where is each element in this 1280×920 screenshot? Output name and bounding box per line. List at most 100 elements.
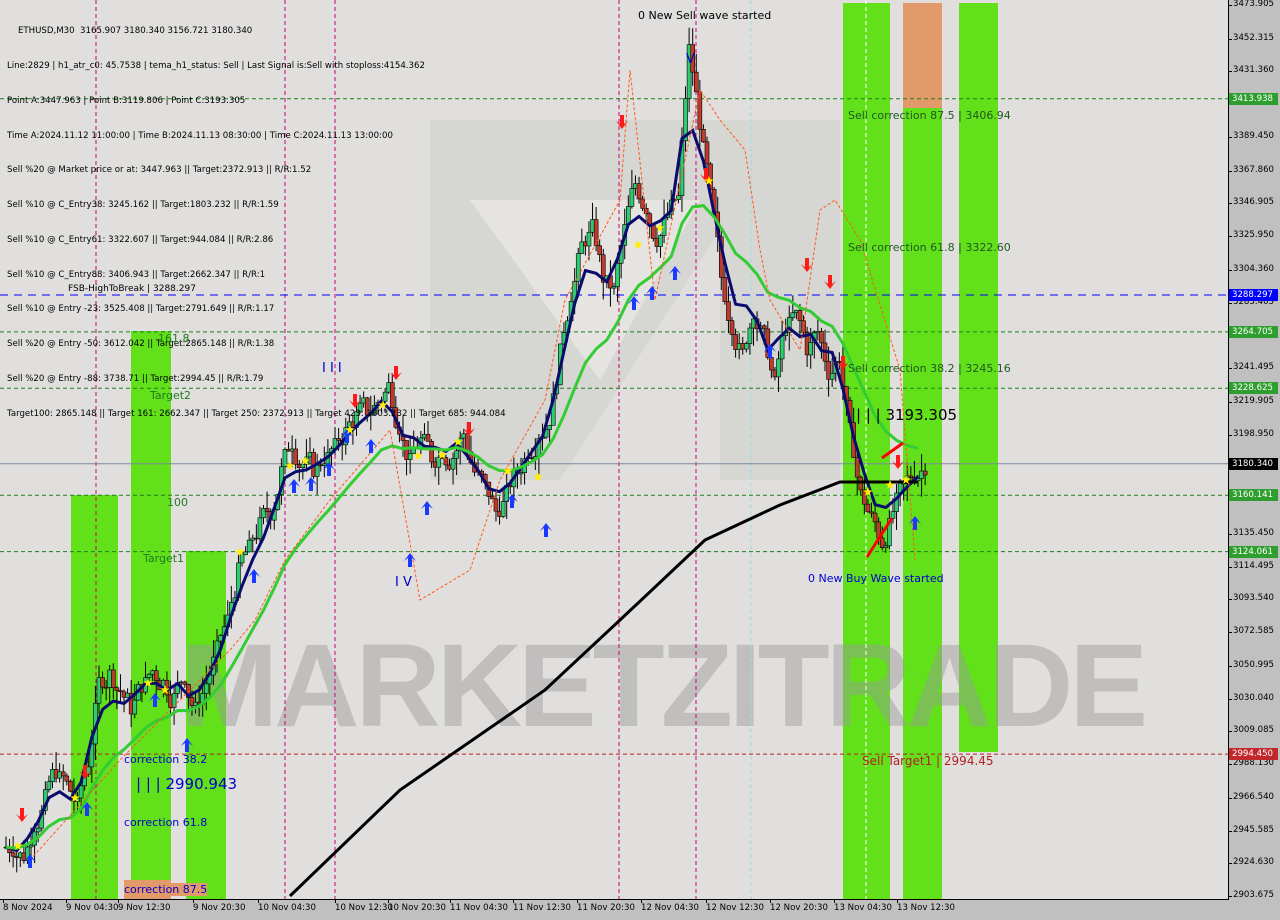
- wave-iii: I I I: [322, 361, 342, 376]
- price-tick-label: 3325.950: [1228, 230, 1275, 241]
- price-tick-label: 3219.905: [1228, 395, 1275, 406]
- sell-arrow-icon: [16, 808, 28, 822]
- candle-bear: [729, 320, 735, 335]
- time-tick-label: 11 Nov 12:30: [513, 899, 571, 913]
- candle-bear: [293, 448, 298, 465]
- candle-bull: [808, 342, 814, 356]
- time-tick-label: 13 Nov 12:30: [897, 899, 955, 913]
- price-tick-label: 3135.450: [1228, 527, 1275, 538]
- wave-2990: | | | 2990.943: [136, 775, 238, 793]
- candle-bear: [726, 301, 731, 321]
- candle-bull: [747, 327, 753, 344]
- price-tick-label: 3072.585: [1228, 626, 1275, 637]
- candle-bear: [704, 141, 710, 165]
- time-axis[interactable]: 8 Nov 2024 9 Nov 04:30 9 Nov 12:30 9 Nov 20…: [0, 899, 1229, 920]
- point-c-label: | | | 3193.305: [856, 406, 958, 424]
- candle-bear: [100, 677, 105, 688]
- sell-target1-price-label: 2994.450: [1229, 748, 1278, 761]
- candle-bear: [722, 277, 728, 302]
- price-tick-label: 3367.860: [1228, 164, 1275, 175]
- candle-bear: [110, 669, 116, 689]
- candle-bear: [153, 670, 159, 682]
- time-tick-label: 12 Nov 20:30: [770, 899, 828, 913]
- candle-bear: [593, 219, 599, 247]
- candle-bull: [890, 511, 896, 519]
- candle-bull: [246, 539, 252, 553]
- info-line: Sell %10 @ C_Entry88: 3406.943 || Target…: [7, 269, 266, 280]
- candle-bear: [264, 508, 270, 512]
- candle-bull: [776, 358, 781, 378]
- current-price-price-label: 3180.340: [1229, 457, 1278, 470]
- price-tick-label: 3304.360: [1228, 263, 1275, 274]
- time-tick-label: 10 Nov 12:30: [335, 899, 393, 913]
- correction-382: correction 38.2: [124, 753, 208, 766]
- buy-arrow-icon: [288, 479, 300, 493]
- price-tick-label: 2903.675: [1228, 890, 1275, 900]
- time-tick-label: 12 Nov 04:30: [641, 899, 699, 913]
- level-3160-price-label: 3160.141: [1229, 489, 1278, 502]
- candle-bear: [854, 457, 860, 478]
- info-line: Sell %20 @ Market price or at: 3447.963 …: [7, 165, 312, 176]
- level-3124-price-label: 3124.061: [1229, 545, 1278, 558]
- zone-band: [903, 3, 942, 108]
- candle-bull: [407, 453, 413, 460]
- target1-label: Target1: [143, 552, 185, 565]
- price-tick-label: 3030.040: [1228, 692, 1275, 703]
- time-tick-label: 11 Nov 20:30: [577, 899, 635, 913]
- sell-target1-label: Sell Target1 | 2994.45: [862, 754, 994, 768]
- fib-1618: 161.8: [158, 332, 190, 345]
- price-tick-label: 3473.905: [1228, 0, 1275, 9]
- candle-bear: [597, 245, 602, 256]
- zone-band: [71, 495, 118, 899]
- price-tick-label: 3452.315: [1228, 32, 1275, 43]
- price-tick-label: 2945.585: [1228, 824, 1275, 835]
- price-axis[interactable]: 3473.9053452.3153431.3603410.4053389.450…: [1228, 0, 1280, 920]
- buy-arrow-icon: [305, 477, 317, 491]
- wave-iv: I V: [395, 575, 412, 590]
- level-3413-price-label: 3413.938: [1229, 92, 1278, 105]
- time-tick-label: 10 Nov 20:30: [388, 899, 446, 913]
- target2-label: Target2: [150, 389, 192, 402]
- candle-bull: [547, 425, 552, 430]
- info-line: Sell %10 @ C_Entry38: 3245.162 || Target…: [7, 200, 279, 211]
- correction-618: correction 61.8: [124, 816, 208, 829]
- candle-bear: [60, 771, 66, 777]
- time-tick-label: 9 Nov 04:30: [66, 899, 119, 913]
- candle-bull: [436, 456, 442, 468]
- candle-bull: [779, 335, 785, 360]
- candle-bear: [640, 198, 645, 209]
- sell-arrow-icon: [892, 455, 904, 469]
- new-buy-wave-label: 0 New Buy Wave started: [808, 572, 944, 585]
- sell-correction-875: Sell correction 87.5 | 3406.94: [848, 109, 1011, 122]
- candle-bear: [693, 71, 699, 93]
- correction-875: correction 87.5: [124, 883, 208, 896]
- price-tick-label: 3346.905: [1228, 197, 1275, 208]
- info-line: Point A:3447.963 | Point B:3119.806 | Po…: [7, 95, 246, 106]
- candle-bear: [858, 476, 864, 491]
- candle-bear: [651, 224, 656, 239]
- candle-bear: [493, 498, 499, 512]
- candle-bull: [658, 235, 663, 247]
- price-tick-label: 3198.950: [1228, 428, 1275, 439]
- time-tick-label: 13 Nov 04:30: [834, 899, 892, 913]
- candle-bull: [454, 450, 459, 459]
- candle-bull: [239, 554, 245, 564]
- candle-bear: [819, 331, 824, 344]
- candle-bear: [64, 775, 70, 782]
- price-tick-label: 3009.085: [1228, 725, 1275, 736]
- info-line: Sell %20 @ Entry -50: 3612.042 || Target…: [7, 339, 275, 350]
- info-line: Sell %10 @ Entry -23: 3525.408 || Target…: [7, 304, 275, 315]
- chart-area[interactable]: MARKETZITRADE ETHUSD,M30 3165.907 3180.3…: [0, 0, 1229, 900]
- candle-bull: [450, 458, 456, 470]
- info-line: Line:2829 | h1_atr_c0: 45.7538 | tema_h1…: [7, 60, 425, 71]
- price-tick-label: 3389.450: [1228, 130, 1275, 141]
- candle-bull: [35, 827, 41, 833]
- wave-v: V: [686, 52, 695, 67]
- price-tick-label: 3093.540: [1228, 593, 1275, 604]
- level-3264-price-label: 3264.705: [1229, 325, 1278, 338]
- candle-bull: [629, 188, 635, 207]
- candle-bull: [586, 231, 592, 247]
- new-sell-wave-label: 0 New Sell wave started: [638, 9, 772, 22]
- candle-bull: [132, 699, 138, 715]
- candle-bull: [257, 517, 263, 539]
